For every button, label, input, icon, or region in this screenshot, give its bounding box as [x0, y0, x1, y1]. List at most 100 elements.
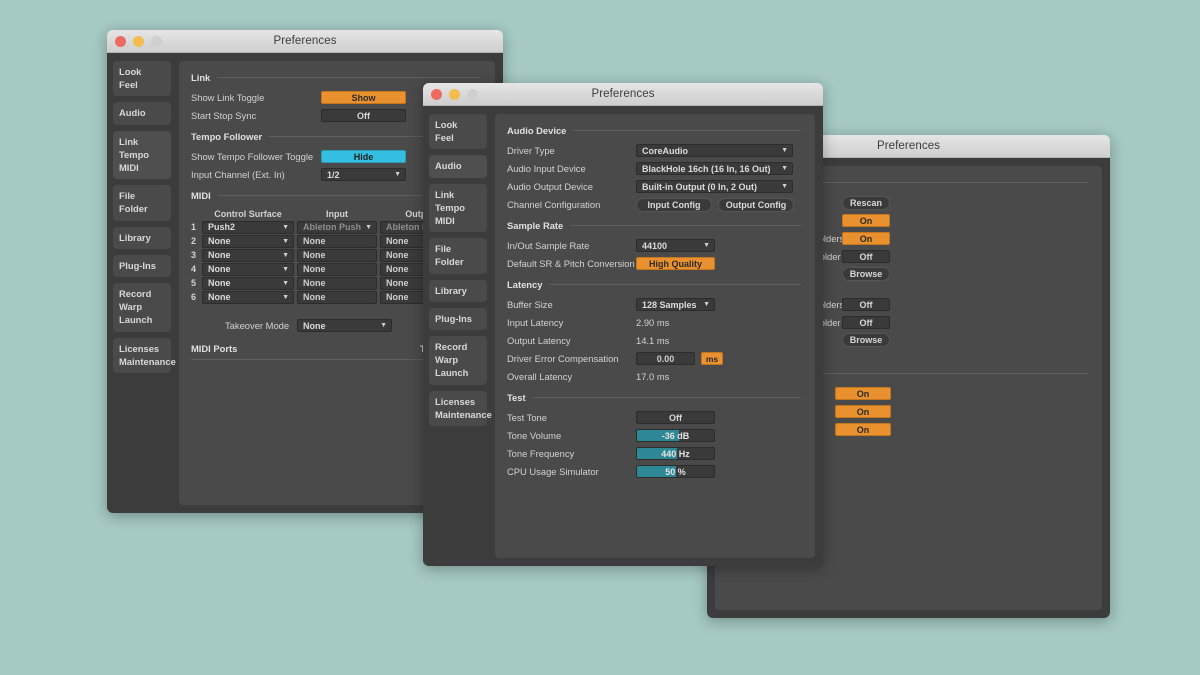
row-index: 3 [191, 250, 202, 260]
window-titlebar[interactable]: Preferences [107, 30, 503, 53]
sidebar-item-label: Library [119, 231, 165, 244]
section-rule [779, 182, 1088, 183]
midi-input-dropdown[interactable]: Ableton Push 2 (L ▼ [297, 221, 377, 234]
input-channel-dropdown[interactable]: 1/2 ▼ [321, 168, 406, 181]
vst2-custom-folder-toggle[interactable]: Off [842, 250, 890, 263]
row-audio-output-device: Audio Output Device Built-in Output (0 I… [507, 178, 801, 195]
close-button-icon[interactable] [115, 36, 126, 47]
show-link-toggle-button[interactable]: Show [321, 91, 406, 104]
auto-open-plugin-windows-toggle[interactable]: On [835, 387, 891, 400]
dropdown-value: None [303, 321, 377, 331]
rescan-button[interactable]: Rescan [842, 196, 890, 210]
output-config-button[interactable]: Output Config [718, 198, 794, 212]
control-surface-dropdown[interactable]: None ▼ [202, 277, 294, 290]
sidebar-item-look-feel[interactable]: Look Feel [113, 61, 171, 96]
control-surface-dropdown[interactable]: None ▼ [202, 263, 294, 276]
control-surface-dropdown[interactable]: None ▼ [202, 249, 294, 262]
sidebar-item-library[interactable]: Library [429, 280, 487, 302]
tone-volume-slider[interactable]: -36 dB [636, 429, 715, 442]
sidebar-item-link-tempo-midi[interactable]: Link Tempo MIDI [429, 184, 487, 233]
default-sr-pitch-conversion-button[interactable]: High Quality [636, 257, 715, 270]
buffer-size-dropdown[interactable]: 128 Samples ▼ [636, 298, 715, 311]
start-stop-sync-button[interactable]: Off [321, 109, 406, 122]
takeover-mode-dropdown[interactable]: None ▼ [297, 319, 392, 332]
sidebar-item-licenses-maintenance[interactable]: Licenses Maintenance [429, 391, 487, 426]
sidebar-item-label: Feel [435, 131, 481, 144]
dropdown-value: 128 Samples [642, 300, 700, 310]
sidebar-item-look-feel[interactable]: Look Feel [429, 114, 487, 149]
audio-output-device-dropdown[interactable]: Built-in Output (0 In, 2 Out) ▼ [636, 180, 793, 193]
field-value: None [386, 264, 409, 274]
dropdown-value: CoreAudio [642, 146, 778, 156]
preferences-sidebar[interactable]: Look Feel Audio Link Tempo MIDI File Fol… [107, 53, 177, 513]
sidebar-item-file-folder[interactable]: File Folder [113, 185, 171, 220]
test-tone-button[interactable]: Off [636, 411, 715, 424]
row-label: Tone Volume [507, 430, 561, 441]
chevron-down-icon: ▼ [282, 266, 289, 273]
multiple-plugin-windows-toggle[interactable]: On [835, 423, 891, 436]
row-label: Show Tempo Follower Toggle [191, 151, 313, 162]
midi-input-field[interactable]: None [297, 235, 377, 248]
control-surface-dropdown[interactable]: None ▼ [202, 291, 294, 304]
sidebar-item-label: Folder [119, 202, 165, 215]
preferences-sidebar[interactable]: Look Feel Audio Link Tempo MIDI File Fol… [423, 106, 493, 566]
close-button-icon[interactable] [431, 89, 442, 100]
control-surface-dropdown[interactable]: None ▼ [202, 235, 294, 248]
cpu-usage-simulator-slider[interactable]: 50 % [636, 465, 715, 478]
row-tone-frequency: Tone Frequency 440 Hz [507, 445, 801, 462]
row-label: Test Tone [507, 412, 547, 423]
section-rule [573, 130, 801, 131]
window-titlebar[interactable]: Preferences [423, 83, 823, 106]
sidebar-item-record-warp-launch[interactable]: Record Warp Launch [429, 336, 487, 385]
row-buffer-size: Buffer Size 128 Samples ▼ [507, 296, 801, 313]
audio-input-device-dropdown[interactable]: BlackHole 16ch (16 In, 16 Out) ▼ [636, 162, 793, 175]
sidebar-item-plug-ins[interactable]: Plug-Ins [429, 308, 487, 330]
traffic-lights[interactable] [431, 83, 478, 106]
midi-input-field[interactable]: None [297, 263, 377, 276]
vst3-system-folders-toggle[interactable]: Off [842, 298, 890, 311]
sidebar-item-record-warp-launch[interactable]: Record Warp Launch [113, 283, 171, 332]
sidebar-item-audio[interactable]: Audio [113, 102, 171, 124]
section-title: Latency [507, 279, 542, 290]
midi-input-field[interactable]: None [297, 249, 377, 262]
zoom-button-icon[interactable] [151, 36, 162, 47]
traffic-lights[interactable] [115, 30, 162, 53]
chevron-down-icon: ▼ [781, 147, 788, 154]
driver-type-dropdown[interactable]: CoreAudio ▼ [636, 144, 793, 157]
row-label: Audio Output Device [507, 181, 593, 192]
sidebar-item-licenses-maintenance[interactable]: Licenses Maintenance [113, 338, 171, 373]
section-link: Link [191, 72, 481, 83]
field-value: None [386, 278, 409, 288]
vst2-browse-button[interactable]: Browse [842, 267, 890, 281]
minimize-button-icon[interactable] [449, 89, 460, 100]
sidebar-item-label: Licenses [119, 342, 165, 355]
audio-units-toggle[interactable]: On [842, 214, 890, 227]
sidebar-item-plug-ins[interactable]: Plug-Ins [113, 255, 171, 277]
sidebar-item-label: Maintenance [435, 408, 481, 421]
midi-input-field[interactable]: None [297, 291, 377, 304]
sidebar-item-library[interactable]: Library [113, 227, 171, 249]
vst2-system-folders-toggle[interactable]: On [842, 232, 890, 245]
field-value: None [303, 292, 326, 302]
sidebar-item-label: File [435, 242, 481, 255]
minimize-button-icon[interactable] [133, 36, 144, 47]
sidebar-item-file-folder[interactable]: File Folder [429, 238, 487, 273]
zoom-button-icon[interactable] [467, 89, 478, 100]
sidebar-item-audio[interactable]: Audio [429, 155, 487, 177]
tone-frequency-slider[interactable]: 440 Hz [636, 447, 715, 460]
sidebar-item-link-tempo-midi[interactable]: Link Tempo MIDI [113, 131, 171, 180]
row-label: Default SR & Pitch Conversion [507, 258, 635, 269]
driver-error-compensation-unit[interactable]: ms [701, 352, 723, 365]
inout-sample-rate-dropdown[interactable]: 44100 ▼ [636, 239, 715, 252]
show-tempo-follower-toggle-button[interactable]: Hide [321, 150, 406, 163]
output-latency-value: 14.1 ms [636, 335, 669, 346]
preferences-window-audio[interactable]: Preferences Look Feel Audio Link Tempo M… [423, 83, 823, 566]
midi-input-field[interactable]: None [297, 277, 377, 290]
driver-error-compensation-field: 0.00 [636, 352, 695, 365]
vst3-custom-folder-toggle[interactable]: Off [842, 316, 890, 329]
auto-hide-plugin-windows-toggle[interactable]: On [835, 405, 891, 418]
control-surface-dropdown[interactable]: Push2 ▼ [202, 221, 294, 234]
vst3-browse-button[interactable]: Browse [842, 333, 890, 347]
window-title: Preferences [877, 140, 940, 152]
input-config-button[interactable]: Input Config [636, 198, 712, 212]
